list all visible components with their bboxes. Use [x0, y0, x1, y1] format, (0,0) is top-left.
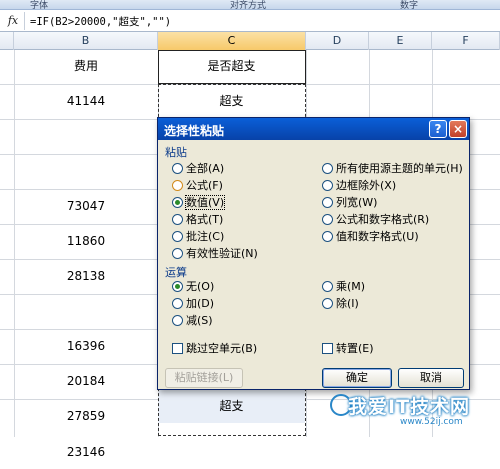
ok-button[interactable]: 确定 — [322, 368, 392, 388]
radio-button-icon — [172, 213, 183, 225]
cell-b2[interactable]: 41144 — [14, 85, 158, 118]
formula-bar-separator — [24, 12, 25, 30]
radio-button-icon — [322, 230, 333, 242]
radio-op-subtract[interactable]: 减(S) — [172, 314, 213, 328]
radio-paste-no-borders[interactable]: 边框除外(X) — [322, 179, 396, 193]
radio-paste-all[interactable]: 全部(A) — [172, 162, 224, 176]
cell-b12[interactable]: 23146 — [14, 436, 158, 469]
radio-paste-formats[interactable]: 格式(T) — [172, 213, 223, 227]
help-button[interactable]: ? — [429, 120, 447, 138]
cell-b5[interactable]: 73047 — [14, 190, 158, 223]
radio-paste-column-widths[interactable]: 列宽(W) — [322, 196, 377, 210]
cell-b7[interactable]: 28138 — [14, 260, 158, 293]
radio-button-icon — [172, 314, 183, 326]
paste-special-dialog: 选择性粘贴 ? × 粘贴 全部(A) 公式(F) 数值(V) 格式(T) 批注(… — [157, 117, 470, 390]
watermark-url: www.52ij.com — [400, 417, 463, 427]
column-header-e[interactable]: E — [369, 32, 432, 50]
select-all-corner[interactable] — [0, 32, 14, 50]
fx-icon[interactable]: fx — [4, 13, 22, 29]
radio-button-icon — [322, 196, 333, 208]
radio-paste-values[interactable]: 数值(V) — [172, 195, 226, 210]
radio-button-icon — [172, 162, 183, 174]
site-watermark: 我爱IT技术网 www.52ij.com — [330, 390, 500, 437]
dialog-titlebar[interactable]: 选择性粘贴 ? × — [158, 118, 469, 140]
formula-bar: fx =IF(B2>20000,"超支","") — [0, 10, 500, 32]
radio-selected-icon — [172, 196, 183, 208]
radio-button-icon — [322, 162, 333, 174]
checkbox-skip-blanks[interactable]: 跳过空单元(B) — [172, 342, 257, 356]
radio-paste-formulas-numbers[interactable]: 公式和数字格式(R) — [322, 213, 429, 227]
operation-section-label: 运算 — [165, 266, 187, 279]
radio-button-icon — [322, 297, 333, 309]
radio-op-add[interactable]: 加(D) — [172, 297, 214, 311]
cell-b10[interactable]: 20184 — [14, 365, 158, 398]
radio-button-icon — [322, 213, 333, 225]
radio-button-icon — [172, 247, 183, 259]
column-header-d[interactable]: D — [306, 32, 369, 50]
radio-selected-icon — [172, 280, 183, 292]
header-cell-border — [158, 50, 306, 84]
radio-button-icon — [172, 230, 183, 242]
radio-op-divide[interactable]: 除(I) — [322, 297, 359, 311]
cell-b1[interactable]: 费用 — [14, 50, 158, 83]
paste-link-button[interactable]: 粘贴链接(L) — [165, 368, 243, 388]
ribbon-strip: 字体 对齐方式 数字 — [0, 0, 500, 11]
radio-paste-values-numbers[interactable]: 值和数字格式(U) — [322, 230, 419, 244]
radio-paste-theme[interactable]: 所有使用源主题的单元(H) — [322, 162, 463, 176]
close-button[interactable]: × — [449, 120, 467, 138]
radio-op-none[interactable]: 无(O) — [172, 280, 214, 294]
column-header-c[interactable]: C — [158, 32, 306, 50]
dialog-title: 选择性粘贴 — [164, 124, 225, 138]
checkbox-icon — [322, 342, 333, 354]
radio-op-multiply[interactable]: 乘(M) — [322, 280, 365, 294]
paste-section-label: 粘贴 — [165, 146, 187, 159]
radio-paste-validation[interactable]: 有效性验证(N) — [172, 247, 258, 261]
watermark-text: 我爱IT技术网 — [348, 396, 471, 418]
cell-b9[interactable]: 16396 — [14, 330, 158, 363]
radio-paste-comments[interactable]: 批注(C) — [172, 230, 224, 244]
cancel-button[interactable]: 取消 — [398, 368, 464, 388]
formula-input[interactable]: =IF(B2>20000,"超支","") — [30, 14, 171, 29]
radio-button-icon — [172, 179, 183, 191]
radio-button-icon — [322, 280, 333, 292]
column-header-row: B C D E F — [0, 32, 500, 50]
checkbox-transpose[interactable]: 转置(E) — [322, 342, 374, 356]
cell-b11[interactable]: 27859 — [14, 400, 158, 433]
cell-b6[interactable]: 11860 — [14, 225, 158, 258]
radio-paste-formulas[interactable]: 公式(F) — [172, 179, 223, 193]
column-header-f[interactable]: F — [432, 32, 500, 50]
checkbox-icon — [172, 342, 183, 354]
radio-button-icon — [172, 297, 183, 309]
radio-button-icon — [322, 179, 333, 191]
column-header-b[interactable]: B — [14, 32, 158, 50]
